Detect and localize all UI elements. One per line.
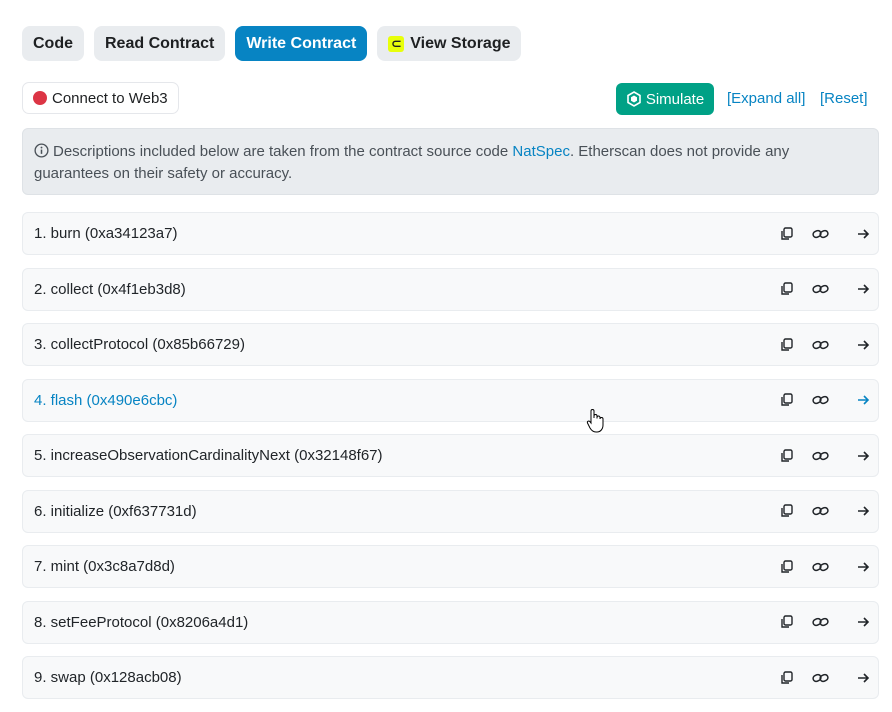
copy-icon[interactable] xyxy=(777,612,797,632)
function-row-flash[interactable]: 4. flash (0x490e6cbc) xyxy=(22,378,879,422)
copy-icon[interactable] xyxy=(777,390,797,410)
function-row-set-fee-protocol[interactable]: 8. setFeeProtocol (0x8206a4d1) xyxy=(22,600,879,644)
arrow-right-icon[interactable] xyxy=(853,501,873,521)
link-icon[interactable] xyxy=(810,668,830,688)
tab-view-storage[interactable]: ⊂ View Storage xyxy=(377,26,522,61)
simulate-button[interactable]: Simulate xyxy=(616,83,714,115)
arrow-right-icon[interactable] xyxy=(853,279,873,299)
reset-link[interactable]: [Reset] xyxy=(820,90,868,107)
natspec-link[interactable]: NatSpec xyxy=(512,143,570,160)
function-label: 7. mint (0x3c8a7d8d) xyxy=(34,558,175,575)
tab-code-label: Code xyxy=(33,35,73,52)
function-row-collect-protocol[interactable]: 3. collectProtocol (0x85b66729) xyxy=(22,323,879,366)
function-row-swap[interactable]: 9. swap (0x128acb08) xyxy=(22,656,879,699)
tab-write-contract[interactable]: Write Contract xyxy=(235,26,368,61)
copy-icon[interactable] xyxy=(777,446,797,466)
function-row-increase-observation-cardinality-next[interactable]: 5. increaseObservationCardinalityNext (0… xyxy=(22,434,879,477)
link-icon[interactable] xyxy=(810,446,830,466)
arrow-right-icon[interactable] xyxy=(853,668,873,688)
link-icon[interactable] xyxy=(810,557,830,577)
arrow-right-icon[interactable] xyxy=(853,390,873,410)
arrow-right-icon[interactable] xyxy=(853,557,873,577)
link-icon[interactable] xyxy=(810,390,830,410)
link-icon[interactable] xyxy=(810,501,830,521)
function-label: 6. initialize (0xf637731d) xyxy=(34,502,197,520)
expand-all-link[interactable]: [Expand all] xyxy=(727,90,805,107)
arrow-right-icon[interactable] xyxy=(853,224,873,244)
copy-icon[interactable] xyxy=(777,279,797,299)
link-icon[interactable] xyxy=(810,279,830,299)
tab-bar: Code Read Contract Write Contract ⊂ View… xyxy=(22,26,522,61)
arrow-right-icon[interactable] xyxy=(853,612,873,632)
tab-read-contract-label: Read Contract xyxy=(105,35,215,52)
connect-web3-label: Connect to Web3 xyxy=(52,89,168,107)
link-icon[interactable] xyxy=(810,612,830,632)
notice-text-start: Descriptions included below are taken fr… xyxy=(53,143,513,160)
function-label: 4. flash (0x490e6cbc) xyxy=(34,391,178,409)
simulate-icon xyxy=(627,91,641,107)
tab-view-storage-label: View Storage xyxy=(410,35,511,52)
function-label: 2. collect (0x4f1eb3d8) xyxy=(34,280,186,298)
function-row-mint[interactable]: 7. mint (0x3c8a7d8d) xyxy=(22,545,879,588)
copy-icon[interactable] xyxy=(777,501,797,521)
connect-web3-button[interactable]: Connect to Web3 xyxy=(22,82,179,114)
function-label: 1. burn (0xa34123a7) xyxy=(34,225,178,242)
copy-icon[interactable] xyxy=(777,557,797,577)
function-label: 9. swap (0x128acb08) xyxy=(34,669,182,686)
copy-icon[interactable] xyxy=(777,668,797,688)
connection-status-icon xyxy=(33,91,47,105)
function-label: 8. setFeeProtocol (0x8206a4d1) xyxy=(34,613,249,631)
natspec-notice: Descriptions included below are taken fr… xyxy=(22,128,879,195)
function-label: 3. collectProtocol (0x85b66729) xyxy=(34,336,245,353)
arrow-right-icon[interactable] xyxy=(853,335,873,355)
simulate-label: Simulate xyxy=(645,90,705,108)
link-icon[interactable] xyxy=(810,335,830,355)
arrow-right-icon[interactable] xyxy=(853,446,873,466)
hand-cursor-icon xyxy=(586,409,604,433)
function-list: 1. burn (0xa34123a7) 2. collect (0x4f1eb… xyxy=(22,212,879,712)
link-icon[interactable] xyxy=(810,224,830,244)
tab-code[interactable]: Code xyxy=(22,26,84,61)
copy-icon[interactable] xyxy=(777,224,797,244)
function-row-burn[interactable]: 1. burn (0xa34123a7) xyxy=(22,212,879,255)
function-row-initialize[interactable]: 6. initialize (0xf637731d) xyxy=(22,489,879,533)
info-icon xyxy=(34,143,49,158)
tab-read-contract[interactable]: Read Contract xyxy=(94,26,226,61)
function-row-collect[interactable]: 2. collect (0x4f1eb3d8) xyxy=(22,267,879,311)
copy-icon[interactable] xyxy=(777,335,797,355)
function-label: 5. increaseObservationCardinalityNext (0… xyxy=(34,447,383,464)
storage-icon: ⊂ xyxy=(388,35,405,52)
tab-write-contract-label: Write Contract xyxy=(246,35,357,52)
